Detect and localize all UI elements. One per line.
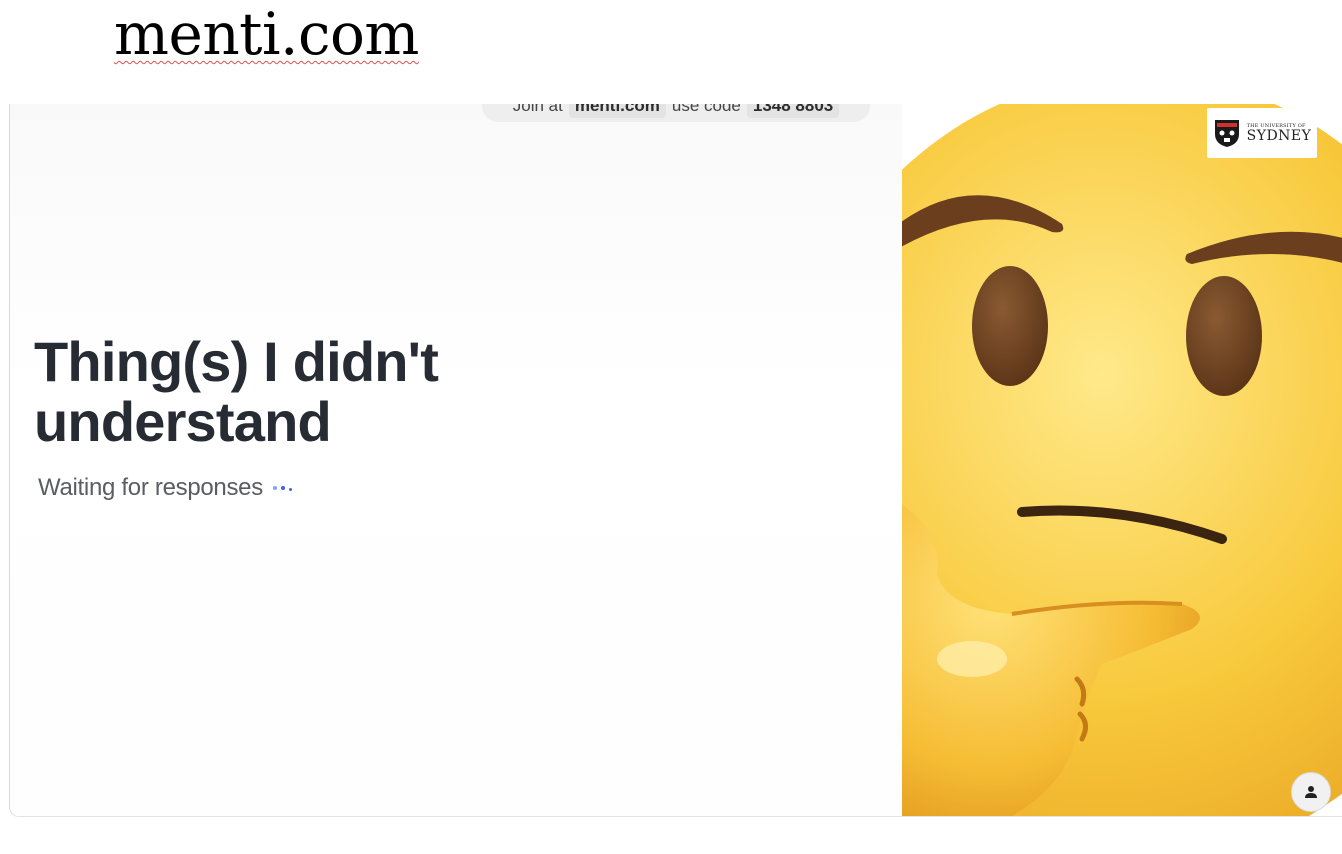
- participant-button[interactable]: [1291, 772, 1331, 812]
- thinking-face-icon: [902, 104, 1342, 816]
- join-middle: use code: [671, 104, 741, 115]
- logo-big-text: SYDNEY: [1246, 128, 1312, 144]
- slide: Join at menti.com use code 1348 8803 Thi…: [9, 104, 1342, 817]
- join-site: menti.com: [568, 104, 666, 118]
- document-title: menti.com: [114, 0, 419, 68]
- join-bar: Join at menti.com use code 1348 8803: [482, 104, 870, 122]
- slide-content: Join at menti.com use code 1348 8803 Thi…: [10, 104, 902, 816]
- university-logo: THE UNIVERSITY OF SYDNEY: [1207, 108, 1317, 158]
- person-icon: [1305, 786, 1317, 798]
- loading-dots-icon: [272, 485, 292, 491]
- crest-icon: [1214, 120, 1239, 147]
- waiting-label: Waiting for responses: [38, 474, 263, 501]
- question-title: Thing(s) I didn't understand: [34, 330, 439, 453]
- join-prefix: Join at: [512, 104, 563, 115]
- waiting-status: Waiting for responses: [38, 474, 292, 502]
- join-code: 1348 8803: [746, 104, 840, 118]
